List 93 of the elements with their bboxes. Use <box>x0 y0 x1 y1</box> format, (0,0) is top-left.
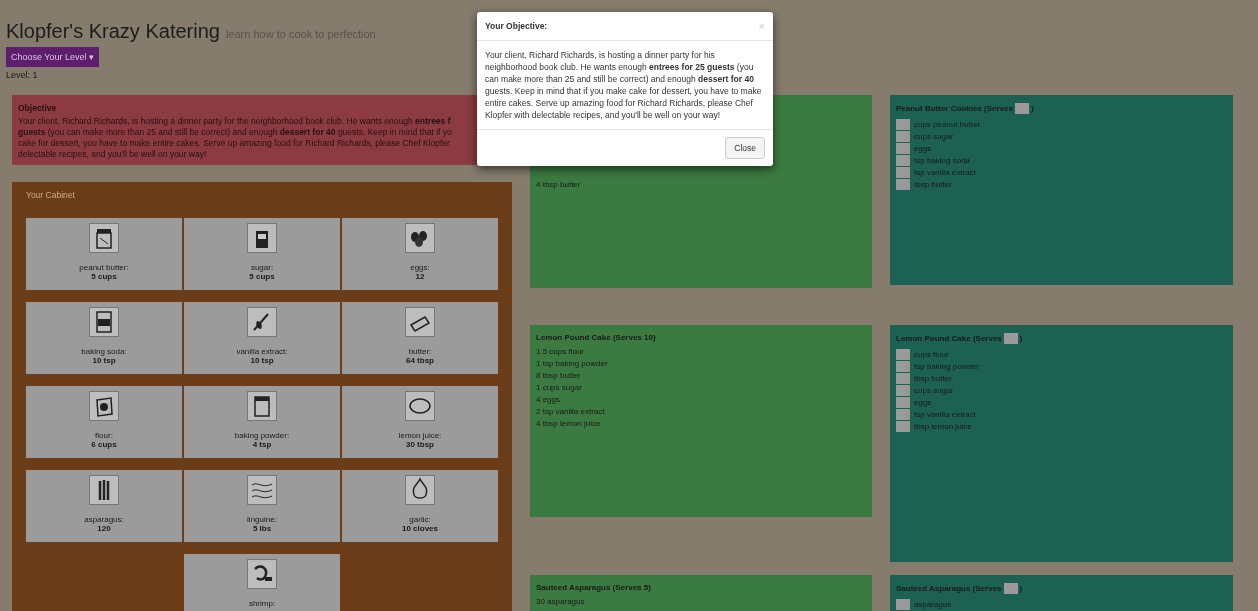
recipe-ingredient: 30 asparagus <box>536 596 586 608</box>
recipe-title: Sauteed Asparagus (Serves 5) <box>536 583 652 592</box>
ingredient-name: vanilla extract: <box>236 347 288 356</box>
quantity-input[interactable] <box>896 420 910 432</box>
ingredient-amount: 10 cloves <box>402 524 438 533</box>
ingredient-name: lemon juice: <box>398 431 442 440</box>
ingredient-card[interactable]: shrimp: <box>184 554 340 611</box>
closing-paren: ) <box>1030 104 1034 113</box>
ingredient-amount: 5 cups <box>249 272 275 281</box>
can-icon <box>247 391 277 421</box>
ingredient-name: shrimp: <box>248 599 276 608</box>
page-title: Klopfer's Krazy Katering <box>6 20 220 43</box>
closing-paren: ) <box>1019 584 1023 593</box>
ingredient-amount: 30 tbsp <box>406 440 434 449</box>
ingredient-card[interactable]: baking soda: 10 tsp <box>26 302 182 374</box>
ingredient-unit: eggs <box>914 143 932 153</box>
quantity-input[interactable] <box>896 178 910 190</box>
quantity-input[interactable] <box>896 154 910 166</box>
recipe-title: Lemon Pound Cake (Serves 10) <box>536 333 657 342</box>
quantity-input[interactable] <box>896 360 910 372</box>
ingredient-name: baking powder: <box>234 431 290 440</box>
recipe-ingredient: 1 cups sugar <box>536 382 583 394</box>
quantity-input[interactable] <box>896 384 910 396</box>
quantity-input[interactable] <box>896 142 910 154</box>
serves-input[interactable] <box>1003 583 1018 594</box>
worksheet-title: Lemon Pound Cake (Serves <box>896 334 1002 343</box>
quantity-input[interactable] <box>896 408 910 420</box>
worksheet-title: Sauteed Asparagus (Serves <box>896 584 1002 593</box>
ingredient-amount: 10 tsp <box>92 356 116 365</box>
recipe-ingredient: 1.5 cups flour <box>536 346 586 358</box>
vanilla-icon <box>247 307 277 337</box>
ingredient-card[interactable]: asparagus: 120 <box>26 470 182 542</box>
quantity-input[interactable] <box>896 598 910 610</box>
ingredient-unit: eggs <box>914 397 932 407</box>
ingredient-card[interactable]: butter: 64 tbsp <box>342 302 498 374</box>
box-icon <box>89 307 119 337</box>
ingredient-amount: 12 <box>415 272 425 281</box>
quantity-input[interactable] <box>896 130 910 142</box>
quantity-input[interactable] <box>896 372 910 384</box>
quantity-input[interactable] <box>896 396 910 408</box>
recipe-ingredient: 4 eggs <box>536 394 562 406</box>
closing-paren: ) <box>1019 334 1023 343</box>
ingredient-card[interactable]: baking powder: 4 tsp <box>184 386 340 458</box>
ingredient-card[interactable]: peanut butter: 5 cups <box>26 218 182 290</box>
jar-icon <box>89 223 119 253</box>
ingredient-amount: 5 cups <box>91 272 117 281</box>
quantity-input[interactable] <box>896 166 910 178</box>
level-label: Level: 1 <box>6 70 38 80</box>
ingredient-amount: 5 lbs <box>252 524 272 533</box>
asparagus-icon <box>89 475 119 505</box>
ingredient-amount: 6 cups <box>91 440 117 449</box>
ingredient-name: peanut butter: <box>79 263 129 272</box>
ingredient-card[interactable]: garlic: 10 cloves <box>342 470 498 542</box>
worksheet-title: Peanut Butter Cookies (Serves <box>896 104 1013 113</box>
ingredient-name: flour: <box>95 431 113 440</box>
ingredient-amount: 10 tsp <box>250 356 274 365</box>
quantity-input[interactable] <box>896 118 910 130</box>
ingredient-card[interactable]: vanilla extract: 10 tsp <box>184 302 340 374</box>
ingredient-amount: 4 tsp <box>252 440 272 449</box>
eggs-icon <box>405 223 435 253</box>
ingredient-name: sugar: <box>250 263 274 272</box>
ingredient-name: linguine: <box>247 515 277 524</box>
recipe-ingredient: 4 tbsp butter <box>536 179 582 191</box>
recipe-ingredient: 1 tsp baking powder <box>536 358 609 370</box>
ingredient-unit: asparagus <box>914 599 952 609</box>
serves-input[interactable] <box>1014 103 1029 114</box>
lemon-icon <box>405 391 435 421</box>
ingredient-card[interactable]: sugar: 5 cups <box>184 218 340 290</box>
dialog-title: Your Objective: <box>485 21 548 31</box>
butter-icon <box>405 307 435 337</box>
recipe-ingredient: 2 tsp vanilla extract <box>536 406 606 418</box>
noodles-icon <box>247 475 277 505</box>
recipe-ingredient: 8 tbsp butter <box>536 370 582 382</box>
ingredient-card[interactable]: eggs: 12 <box>342 218 498 290</box>
close-button[interactable]: Close <box>725 137 765 159</box>
cabinet-title: Your Cabinet <box>26 190 76 200</box>
dialog-message: Your client, Richard Richards, is hosting a dinner party for his neighborhood book club. He wants enough entrees for 25 guests (you can make more than 25 and still be correct) and enough dessert for 40 guests. Keep in mind that if you make cake for dessert, you have to make entire cakes. Serve up amazing food for Richard Richards, please Chef Klopfer with delectable recipes, and you'll be well on your way! <box>484 49 763 122</box>
level-dropdown-button[interactable]: Choose Your Level ▾ <box>6 47 100 67</box>
recipe-ingredient: 4 tbsp lemon juice <box>536 418 602 430</box>
ingredient-card[interactable]: flour: 6 cups <box>26 386 182 458</box>
ingredient-name: asparagus: <box>84 515 124 524</box>
objective-title: Objective <box>18 103 58 113</box>
quantity-input[interactable] <box>896 348 910 360</box>
serves-input[interactable] <box>1003 333 1018 344</box>
ingredient-amount: 120 <box>97 524 111 533</box>
objective-text: Your client, Richard Richards, is hosting a dinner party for the neighborhood book club. He wants enough entrees f guests (you can make more than 25 and still be correct) and enough dessert for 40 guests. Keep in mind that if yo cake for dessert, you have to make entire cakes. Serve up amazing food for Richard Richards, please Chef Klopfer delectable recipes, and you'll be well on your way! <box>18 116 453 160</box>
ingredient-name: butter: <box>408 347 432 356</box>
ingredient-name: eggs: <box>410 263 430 272</box>
ingredient-card[interactable]: lemon juice: 30 tbsp <box>342 386 498 458</box>
ingredient-card[interactable]: linguine: 5 lbs <box>184 470 340 542</box>
ingredient-name: baking soda: <box>81 347 127 356</box>
ingredient-name: garlic: <box>409 515 431 524</box>
ingredient-amount: 64 tbsp <box>406 356 434 365</box>
